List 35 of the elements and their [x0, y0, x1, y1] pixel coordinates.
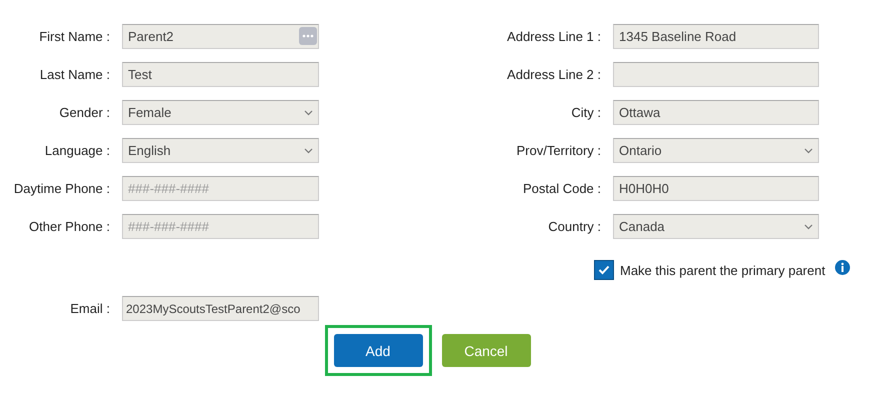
field-label: Language : [44, 143, 110, 158]
field-label: Postal Code : [522, 181, 601, 196]
field-label: First Name : [38, 29, 110, 44]
field-label: Daytime Phone : [12, 181, 110, 196]
input-field[interactable] [613, 62, 819, 87]
chevron-icon [304, 148, 313, 154]
dropdown[interactable]: Ontario [613, 138, 819, 163]
field-label: Address Line 1 : [506, 29, 601, 44]
chevron-icon [804, 224, 813, 230]
add-button[interactable]: Add [334, 334, 422, 367]
check-icon [598, 265, 610, 275]
input-field[interactable]: Ottawa [613, 100, 819, 125]
field-label: Prov/Territory : [515, 143, 601, 158]
field-label: Email : [69, 301, 110, 316]
field-label: Gender : [58, 105, 110, 120]
chevron-icon [804, 148, 813, 154]
field-label: Last Name : [38, 67, 110, 82]
input-field[interactable]: Test [122, 62, 319, 87]
input-field[interactable]: Parent2 [122, 24, 319, 49]
input-field[interactable]: ###-###-#### [122, 214, 319, 239]
field-label: Other Phone : [28, 219, 110, 234]
dropdown[interactable]: English [122, 138, 319, 163]
checkbox-label: Make this parent the primary parent [620, 262, 826, 278]
dropdown[interactable]: Canada [613, 214, 819, 239]
field-label: Address Line 2 : [506, 67, 601, 82]
input-field[interactable]: H0H0H0 [613, 176, 819, 201]
input-field[interactable]: ###-###-#### [122, 176, 319, 201]
field-label: Country : [547, 219, 601, 234]
input-field[interactable]: 2023MyScoutsTestParent2@sco [122, 296, 319, 321]
dropdown[interactable]: Female [122, 100, 319, 125]
checkbox[interactable] [594, 260, 614, 280]
input-field[interactable]: 1345 Baseline Road [613, 24, 819, 49]
info-icon[interactable] [835, 260, 850, 274]
field-label: City : [570, 105, 601, 120]
chevron-icon [304, 110, 313, 116]
